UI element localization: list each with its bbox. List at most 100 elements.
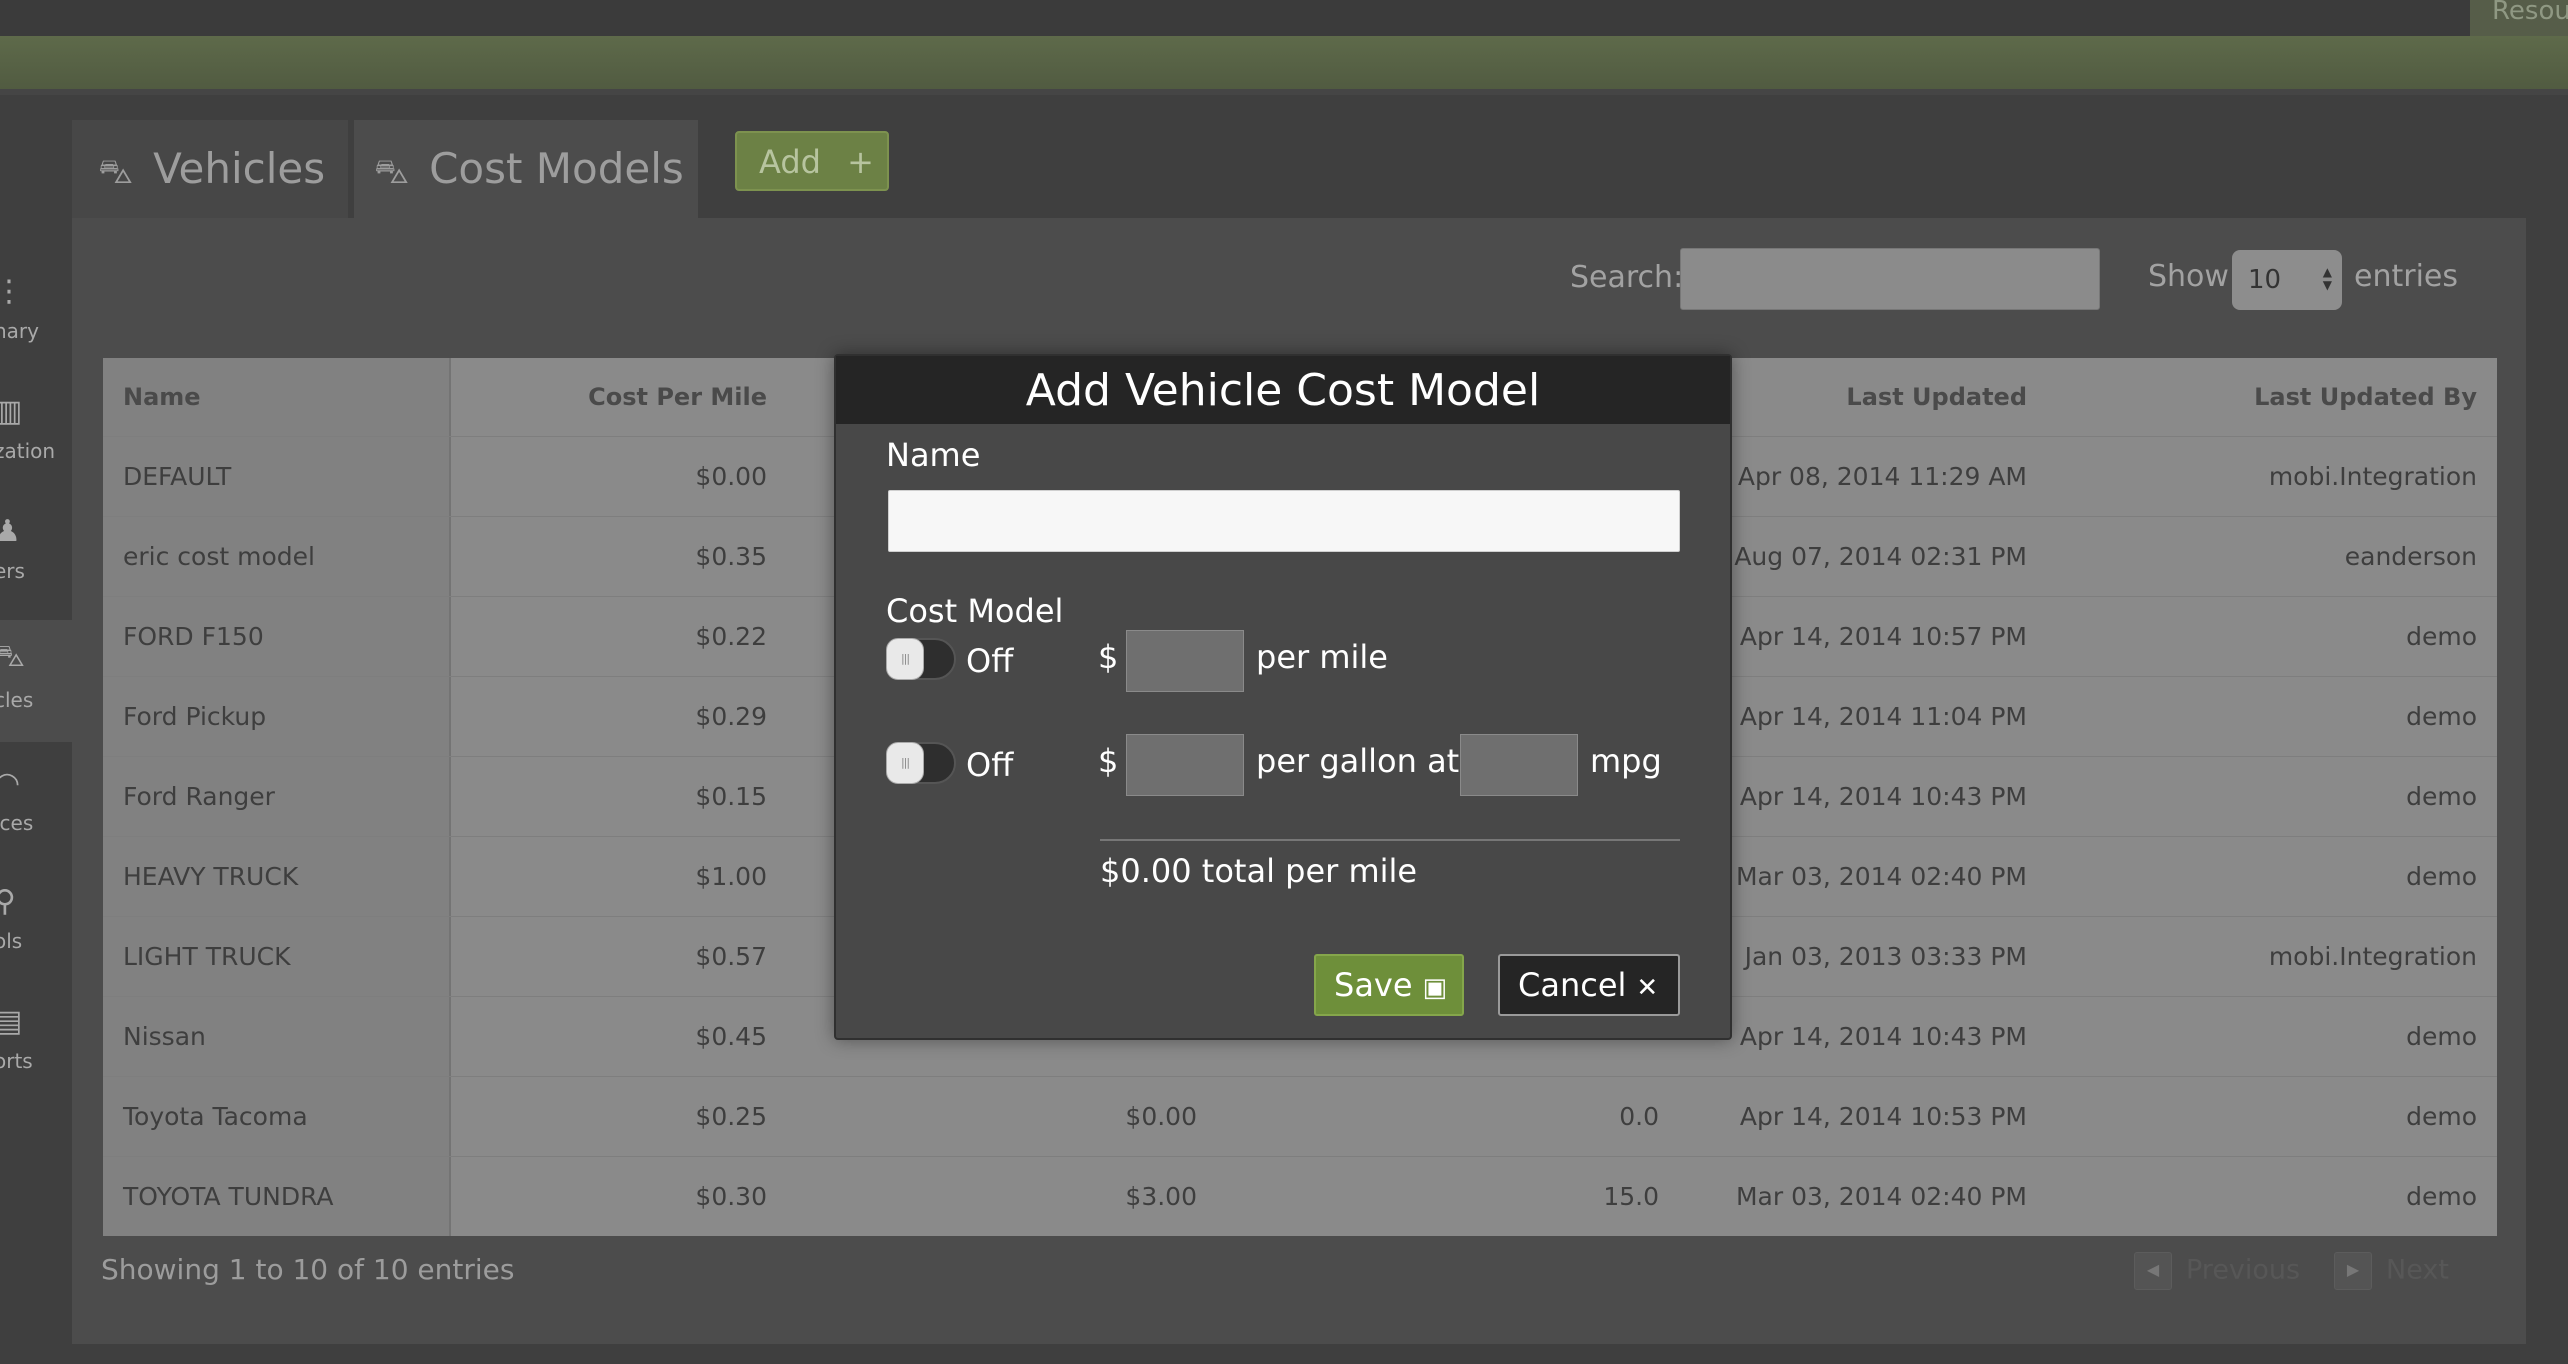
car-icon: ⛍ bbox=[0, 639, 25, 674]
floppy-icon: ▣ bbox=[1422, 973, 1448, 1003]
nav-item-label: ols bbox=[0, 929, 23, 953]
per-mile-toggle[interactable]: ||| bbox=[886, 638, 956, 680]
save-button[interactable]: Save ▣ bbox=[1314, 954, 1464, 1016]
cell-last-updated: Mar 03, 2014 02:40 PM bbox=[1735, 862, 2027, 891]
entries-select[interactable]: 10 ▲ ▼ bbox=[2232, 250, 2342, 310]
column-header-last-updated-by[interactable]: Last Updated By bbox=[2254, 358, 2477, 434]
nav-item-devices[interactable]: ◠ ices bbox=[0, 767, 72, 887]
money-car-icon: ⛍ bbox=[374, 152, 410, 192]
cell-name: Ford Pickup bbox=[123, 702, 267, 731]
cell-name: LIGHT TRUCK bbox=[123, 942, 291, 971]
cancel-button[interactable]: Cancel ✕ bbox=[1498, 954, 1680, 1016]
column-header-last-updated[interactable]: Last Updated bbox=[1846, 358, 2027, 434]
per-gallon-toggle-state: Off bbox=[966, 746, 1014, 784]
cell-cost-per-mile: $0.29 bbox=[695, 702, 767, 731]
add-button[interactable]: Add + bbox=[735, 131, 889, 191]
save-label: Save bbox=[1334, 966, 1413, 1004]
nav-item-reports[interactable]: ▤ orts bbox=[0, 1005, 72, 1125]
updown-arrows-icon: ▲ ▼ bbox=[2322, 265, 2332, 292]
table-row[interactable]: Toyota Tacoma $0.25 $0.00 0.0 Apr 14, 2014 1… bbox=[103, 1076, 2497, 1156]
mpg-label: mpg bbox=[1590, 742, 1662, 780]
signal-icon: ◠ bbox=[0, 766, 21, 801]
nav-item-drivers[interactable]: ♟ ers bbox=[0, 515, 72, 635]
resources-tab[interactable]: Resources bbox=[2470, 0, 2568, 36]
dialog-title: Add Vehicle Cost Model bbox=[836, 356, 1730, 424]
per-mile-input[interactable] bbox=[1126, 630, 1244, 692]
tab-cost-models[interactable]: ⛍ Cost Models bbox=[354, 120, 698, 218]
cell-last-updated-by: demo bbox=[2406, 1182, 2477, 1211]
add-cost-model-dialog: Add Vehicle Cost Model Name Cost Model |… bbox=[834, 354, 1732, 1040]
previous-button[interactable]: ◀ Previous bbox=[2134, 1252, 2300, 1290]
chevron-right-icon: ▶ bbox=[2334, 1252, 2372, 1290]
cell-name: HEAVY TRUCK bbox=[123, 862, 299, 891]
per-gallon-toggle[interactable]: ||| bbox=[886, 742, 956, 784]
nav-item-label: nary bbox=[0, 319, 39, 343]
top-bar bbox=[0, 0, 2568, 36]
report-icon: ▤ bbox=[0, 1004, 23, 1039]
building-icon: ▥ bbox=[0, 394, 23, 429]
mpg-input[interactable] bbox=[1460, 734, 1578, 796]
per-gallon-label: per gallon at bbox=[1256, 742, 1460, 780]
cell-cost-per-mile: $0.45 bbox=[695, 1022, 767, 1051]
cell-cost-per-mile: $0.35 bbox=[695, 542, 767, 571]
cell-cost-per-mile: $0.57 bbox=[695, 942, 767, 971]
next-button[interactable]: ▶ Next bbox=[2334, 1252, 2449, 1290]
cell-name: eric cost model bbox=[123, 542, 315, 571]
cell-name: FORD F150 bbox=[123, 622, 264, 651]
column-header-cost-per-mile[interactable]: Cost Per Mile bbox=[588, 358, 767, 434]
toggle-knob[interactable]: ||| bbox=[886, 742, 924, 784]
nav-item-organization[interactable]: ▥ zation bbox=[0, 395, 72, 517]
next-label: Next bbox=[2386, 1254, 2449, 1286]
cell-last-updated-by: demo bbox=[2406, 1022, 2477, 1051]
tab-vehicles[interactable]: ⛍ Vehicles bbox=[72, 120, 348, 218]
cell-mpg: 15.0 bbox=[1603, 1182, 1659, 1211]
cell-last-updated-by: demo bbox=[2406, 1102, 2477, 1131]
cell-last-updated: Apr 08, 2014 11:29 AM bbox=[1737, 462, 2027, 491]
per-mile-label: per mile bbox=[1256, 638, 1388, 676]
cell-last-updated: Apr 14, 2014 10:43 PM bbox=[1739, 1022, 2027, 1051]
cell-name: Nissan bbox=[123, 1022, 206, 1051]
cost-model-label: Cost Model bbox=[886, 592, 1064, 630]
table-row[interactable]: TOYOTA TUNDRA $0.30 $3.00 15.0 Mar 03, 2014 … bbox=[103, 1156, 2497, 1236]
column-header-name[interactable]: Name bbox=[123, 358, 201, 434]
nav-item-vehicles[interactable]: ⛍ cles bbox=[0, 620, 72, 742]
name-field[interactable] bbox=[888, 490, 1680, 552]
nav-item-label: orts bbox=[0, 1049, 33, 1073]
cell-cost-per-mile: $0.25 bbox=[695, 1102, 767, 1131]
cell-cost-per-mile: $0.30 bbox=[695, 1182, 767, 1211]
tab-label: Vehicles bbox=[153, 144, 326, 193]
cell-last-updated: Aug 07, 2014 02:31 PM bbox=[1734, 542, 2027, 571]
left-navigation: ⋮ nary ▥ zation ♟ ers ⛍ cles ◠ ices ⚲ ol… bbox=[0, 95, 72, 1364]
add-button-label: Add bbox=[759, 143, 821, 181]
cell-last-updated: Jan 03, 2013 03:33 PM bbox=[1744, 942, 2027, 971]
nav-item-summary[interactable]: ⋮ nary bbox=[0, 275, 72, 395]
cell-cost-per-mile: $0.15 bbox=[695, 782, 767, 811]
cell-mpg: 0.0 bbox=[1619, 1102, 1659, 1131]
cell-fuel-cost: $0.00 bbox=[1125, 1102, 1197, 1131]
cell-last-updated-by: demo bbox=[2406, 862, 2477, 891]
nav-item-label: ices bbox=[0, 811, 34, 835]
currency-symbol: $ bbox=[1098, 638, 1119, 676]
cell-fuel-cost: $3.00 bbox=[1125, 1182, 1197, 1211]
cancel-label: Cancel bbox=[1518, 966, 1627, 1004]
cell-name: Toyota Tacoma bbox=[123, 1102, 308, 1131]
header-divider bbox=[0, 89, 2568, 95]
cell-last-updated: Apr 14, 2014 10:57 PM bbox=[1739, 622, 2027, 651]
cell-name: TOYOTA TUNDRA bbox=[123, 1182, 334, 1211]
per-gallon-input[interactable] bbox=[1126, 734, 1244, 796]
nav-item-label: ers bbox=[0, 559, 25, 583]
car-icon: ⛍ bbox=[98, 152, 134, 192]
nav-item-label: zation bbox=[0, 439, 56, 463]
nav-item-tools[interactable]: ⚲ ols bbox=[0, 885, 72, 1005]
total-divider bbox=[1100, 839, 1680, 841]
currency-symbol: $ bbox=[1098, 742, 1119, 780]
toggle-knob[interactable]: ||| bbox=[886, 638, 924, 680]
cell-name: DEFAULT bbox=[123, 462, 232, 491]
pin-icon: ⚲ bbox=[0, 884, 16, 919]
cell-last-updated-by: eanderson bbox=[2344, 542, 2477, 571]
cell-cost-per-mile: $0.22 bbox=[695, 622, 767, 651]
tab-label: Cost Models bbox=[429, 144, 684, 193]
search-input[interactable] bbox=[1680, 248, 2100, 310]
cell-last-updated-by: demo bbox=[2406, 782, 2477, 811]
cell-last-updated: Apr 14, 2014 10:53 PM bbox=[1739, 1102, 2027, 1131]
